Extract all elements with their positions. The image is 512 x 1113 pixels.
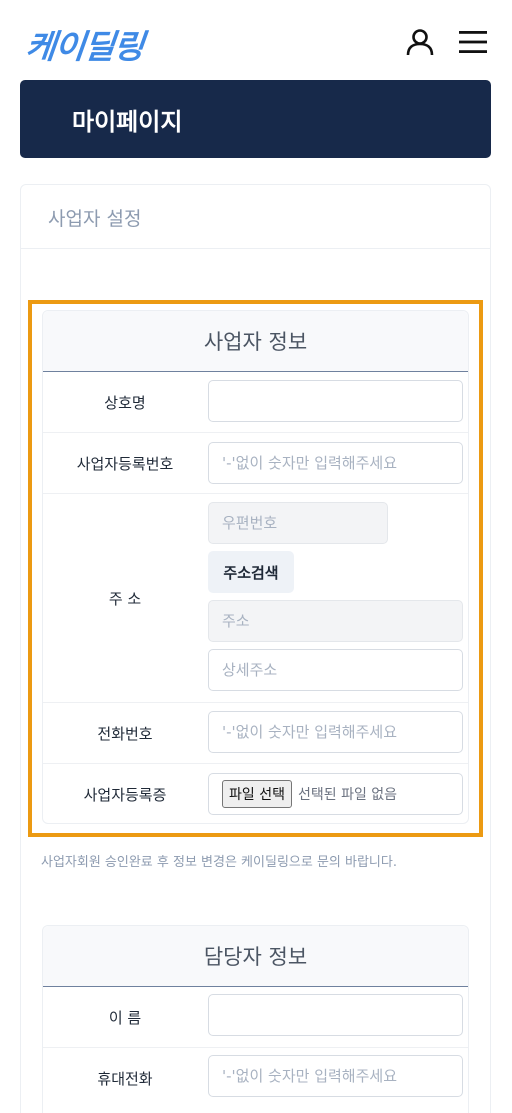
field-label: 휴대전화 [97, 1070, 153, 1088]
page-title-banner: 마이페이지 [20, 80, 491, 158]
hamburger-menu-icon[interactable] [457, 28, 489, 56]
manager-name-input[interactable] [208, 994, 463, 1036]
manager-info-section: 담당자 정보 이 름 휴대전화 [42, 925, 469, 1113]
page-title: 마이페이지 [72, 108, 183, 136]
notice-text: 사업자회원 승인완료 후 정보 변경은 케이딜링으로 문의 바랍니다. [41, 855, 397, 870]
row-mobile: 휴대전화 [43, 1048, 468, 1109]
section-title: 담당자 정보 [203, 945, 308, 969]
field-label: 이 름 [108, 1008, 142, 1027]
site-header: 케이딜링 [0, 0, 512, 80]
logo[interactable]: 케이딜링 [23, 20, 146, 68]
card-header: 사업자 설정 [21, 185, 490, 249]
mobile-input[interactable] [208, 1055, 463, 1097]
card-title: 사업자 설정 [48, 208, 142, 230]
highlight-frame [28, 300, 483, 837]
row-manager-name: 이 름 [43, 987, 468, 1048]
section-header: 담당자 정보 [43, 926, 468, 987]
user-icon[interactable] [404, 26, 436, 58]
